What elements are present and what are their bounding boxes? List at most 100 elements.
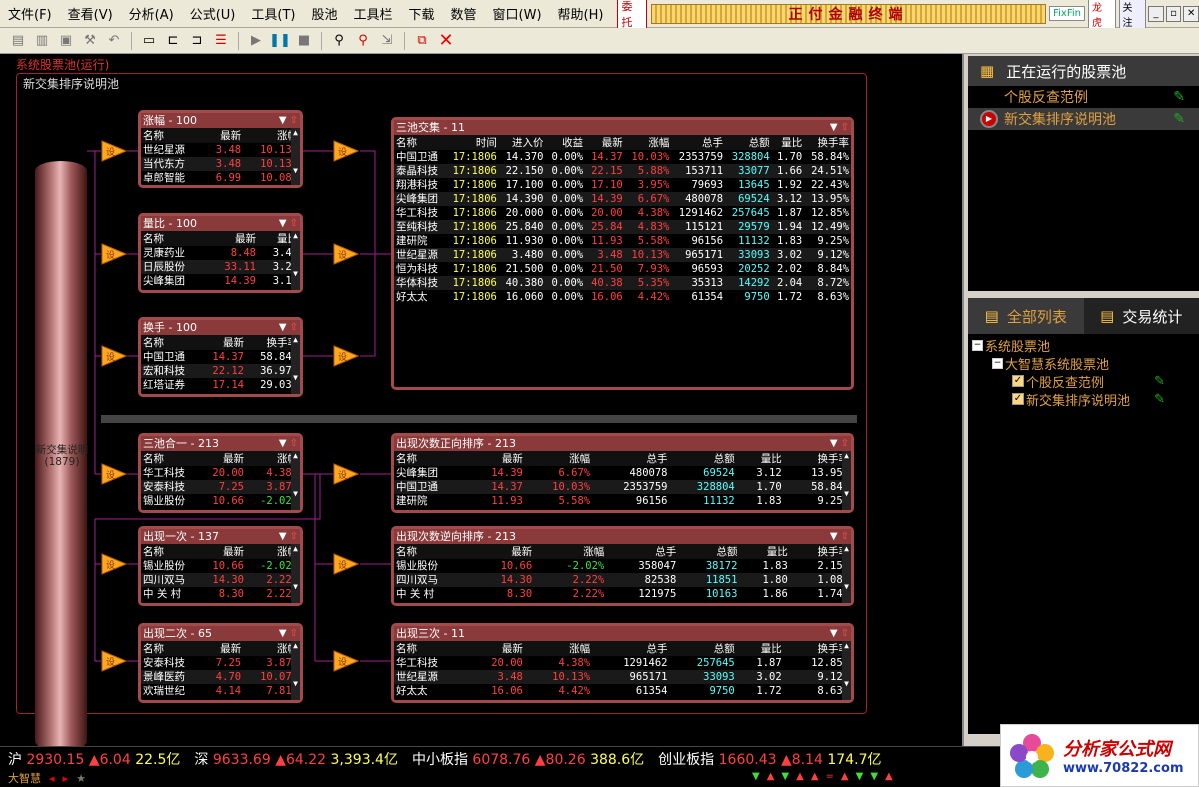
- column-header[interactable]: 总手: [606, 544, 679, 559]
- restore-button[interactable]: ▫: [1165, 5, 1182, 22]
- column-header[interactable]: 最新: [200, 544, 246, 559]
- table-row[interactable]: 灵康药业 8.48 3.47: [141, 246, 300, 260]
- tree-root[interactable]: − 系统股票池: [968, 336, 1199, 355]
- panel-header[interactable]: 出现二次 - 65 ▼ ⇧: [141, 626, 300, 641]
- filter-node[interactable]: 设: [101, 345, 128, 367]
- menu-item[interactable]: 帮助(H): [550, 4, 612, 23]
- filter-node[interactable]: 设: [101, 463, 128, 485]
- arrow-up-icon[interactable]: ⇧: [290, 115, 298, 126]
- table-row[interactable]: 尖峰集团 14.39 6.67% 480078 69524 3.12 13.95%: [394, 466, 851, 480]
- scrollbar[interactable]: ▲ ▼: [842, 544, 851, 603]
- table-row[interactable]: 华工科技 20.00 4.38%: [141, 466, 300, 480]
- menu-item[interactable]: 公式(U): [182, 4, 244, 23]
- filter-node[interactable]: 设: [101, 553, 128, 575]
- dropdown-icon[interactable]: ▼: [830, 531, 838, 542]
- list-icon[interactable]: ☰: [211, 31, 231, 51]
- dropdown-icon[interactable]: ▼: [279, 438, 287, 449]
- panel-pos-sort[interactable]: 出现次数正向排序 - 213 ▼ ⇧ 名称 最新 涨幅 总手 总额 量比 换手率 尖峰集团 14.39…: [391, 433, 854, 513]
- scroll-up-icon[interactable]: ▲: [842, 641, 851, 651]
- arrow-up-icon[interactable]: ⇧: [290, 218, 298, 229]
- column-header[interactable]: 名称: [394, 135, 446, 150]
- arrow-up-icon[interactable]: ⇧: [841, 122, 849, 133]
- column-header[interactable]: 总手: [671, 135, 726, 150]
- index-quote[interactable]: 创业板指 1660.43 ▲8.14 174.7亿: [658, 749, 881, 769]
- scroll-up-icon[interactable]: ▲: [291, 231, 300, 241]
- table-row[interactable]: 至纯科技 17:1806 25.840 0.00% 25.84 4.83% 115121 29…: [394, 220, 851, 234]
- tree-left-icon[interactable]: ⊐: [187, 31, 207, 51]
- table-row[interactable]: 安泰科技 7.25 3.87%: [141, 480, 300, 494]
- table-row[interactable]: 中国卫通 17:1806 14.370 0.00% 14.37 10.03% 2353759…: [394, 150, 851, 164]
- arrow-up-icon[interactable]: ⇧: [290, 531, 298, 542]
- filter-node[interactable]: 设: [333, 650, 360, 672]
- dropdown-icon[interactable]: ▼: [830, 122, 838, 133]
- table-row[interactable]: 翔港科技 17:1806 17.100 0.00% 17.10 3.95% 79693 136…: [394, 178, 851, 192]
- column-header[interactable]: 名称: [394, 641, 468, 656]
- menu-item[interactable]: 查看(V): [60, 4, 121, 23]
- panel-header[interactable]: 出现次数正向排序 - 213 ▼ ⇧: [394, 436, 851, 451]
- scroll-up-icon[interactable]: ▲: [291, 544, 300, 554]
- tab-all-list[interactable]: ▤ 全部列表: [968, 298, 1084, 334]
- scroll-down-icon[interactable]: ▼: [842, 679, 851, 689]
- dropdown-icon[interactable]: ▼: [830, 438, 838, 449]
- panel-zhangfu[interactable]: 涨幅 - 100 ▼ ⇧ 名称 最新 涨幅 世纪星源 3.48 10.13% 当代东方 3.48 10…: [138, 110, 303, 188]
- table-row[interactable]: 中国卫通 14.37 10.03% 2353759 328804 1.70 58.84%: [394, 480, 851, 494]
- filter-node[interactable]: 设: [101, 243, 128, 265]
- fixfin-chip[interactable]: FixFin: [1049, 6, 1085, 21]
- table-row[interactable]: 锡业股份 10.66 -2.02%: [141, 494, 300, 508]
- edit-icon[interactable]: ✎: [1154, 374, 1165, 389]
- undo-icon[interactable]: ↶: [104, 31, 124, 51]
- scroll-up-icon[interactable]: ▲: [842, 544, 851, 554]
- scrollbar[interactable]: ▲ ▼: [291, 335, 300, 394]
- table-row[interactable]: 好太太 16.06 4.42% 61354 9750 1.72 8.63%: [394, 684, 851, 698]
- panel-header[interactable]: 出现次数逆向排序 - 213 ▼ ⇧: [394, 529, 851, 544]
- scroll-down-icon[interactable]: ▼: [291, 166, 300, 176]
- table-row[interactable]: 欢瑞世纪 4.14 7.81%: [141, 684, 300, 698]
- table-row[interactable]: 泰晶科技 17:1806 22.150 0.00% 22.15 5.88% 153711 33…: [394, 164, 851, 178]
- dropdown-icon[interactable]: ▼: [279, 531, 287, 542]
- column-header[interactable]: 涨幅: [524, 641, 593, 656]
- running-item[interactable]: 个股反查范例 ✎: [968, 86, 1199, 108]
- column-header[interactable]: 最新: [203, 128, 244, 143]
- dropdown-icon[interactable]: ▼: [279, 218, 287, 229]
- scroll-down-icon[interactable]: ▼: [291, 582, 300, 592]
- dropdown-icon[interactable]: ▼: [279, 322, 287, 333]
- table-row[interactable]: 中 关 村 8.30 2.22% 121975 10163 1.86 1.74%: [394, 587, 851, 601]
- table-row[interactable]: 四川双马 14.30 2.22%: [141, 573, 300, 587]
- scrollbar[interactable]: ▲ ▼: [291, 231, 300, 290]
- table-row[interactable]: 华工科技 17:1806 20.000 0.00% 20.00 4.38% 1291462 2…: [394, 206, 851, 220]
- arrow-up-icon[interactable]: ⇧: [290, 322, 298, 333]
- column-header[interactable]: 最新: [467, 641, 525, 656]
- column-header[interactable]: 名称: [141, 335, 201, 350]
- longhu-chip[interactable]: 龙虎: [1088, 0, 1116, 31]
- save-icon[interactable]: ▣: [56, 31, 76, 51]
- table-row[interactable]: 建研院 11.93 5.58% 96156 11132 1.83 9.25%: [394, 494, 851, 508]
- column-header[interactable]: 总手: [592, 451, 670, 466]
- tree-child[interactable]: − 大智慧系统股票池: [968, 354, 1199, 373]
- scroll-up-icon[interactable]: ▲: [842, 451, 851, 461]
- table-row[interactable]: 尖峰集团 17:1806 14.390 0.00% 14.39 6.67% 480078 69…: [394, 192, 851, 206]
- running-item[interactable]: ▶ 新交集排序说明池 ✎: [968, 108, 1199, 130]
- next-arrow-icon[interactable]: ▸: [63, 772, 69, 785]
- menu-item[interactable]: 文件(F): [0, 4, 60, 23]
- minimize-button[interactable]: _: [1148, 5, 1164, 22]
- filter-node[interactable]: 设: [333, 553, 360, 575]
- table-row[interactable]: 锡业股份 10.66 -2.02%: [141, 559, 300, 573]
- scrollbar[interactable]: ▲ ▼: [291, 544, 300, 603]
- column-header[interactable]: 涨幅: [524, 451, 593, 466]
- index-quote[interactable]: 深 9633.69 ▲64.22 3,393.4亿: [194, 749, 398, 769]
- column-header[interactable]: 名称: [141, 451, 201, 466]
- scrollbar[interactable]: ▲ ▼: [842, 451, 851, 510]
- arrow-up-icon[interactable]: ⇧: [841, 531, 849, 542]
- star-icon[interactable]: ★: [76, 772, 86, 785]
- table-row[interactable]: 中 关 村 8.30 2.22%: [141, 587, 300, 601]
- search-icon[interactable]: ⚲: [329, 31, 349, 51]
- popout-icon[interactable]: ⧉: [412, 31, 432, 51]
- tools-icon[interactable]: ⚒: [80, 31, 100, 51]
- table-row[interactable]: 安泰科技 7.25 3.87%: [141, 656, 300, 670]
- column-header[interactable]: 总额: [678, 544, 740, 559]
- filter-node[interactable]: 设: [101, 140, 128, 162]
- search-stock-icon[interactable]: ⚲: [353, 31, 373, 51]
- column-header[interactable]: 最新: [200, 451, 246, 466]
- menu-item[interactable]: 分析(A): [121, 4, 182, 23]
- tree-right-icon[interactable]: ⊏: [163, 31, 183, 51]
